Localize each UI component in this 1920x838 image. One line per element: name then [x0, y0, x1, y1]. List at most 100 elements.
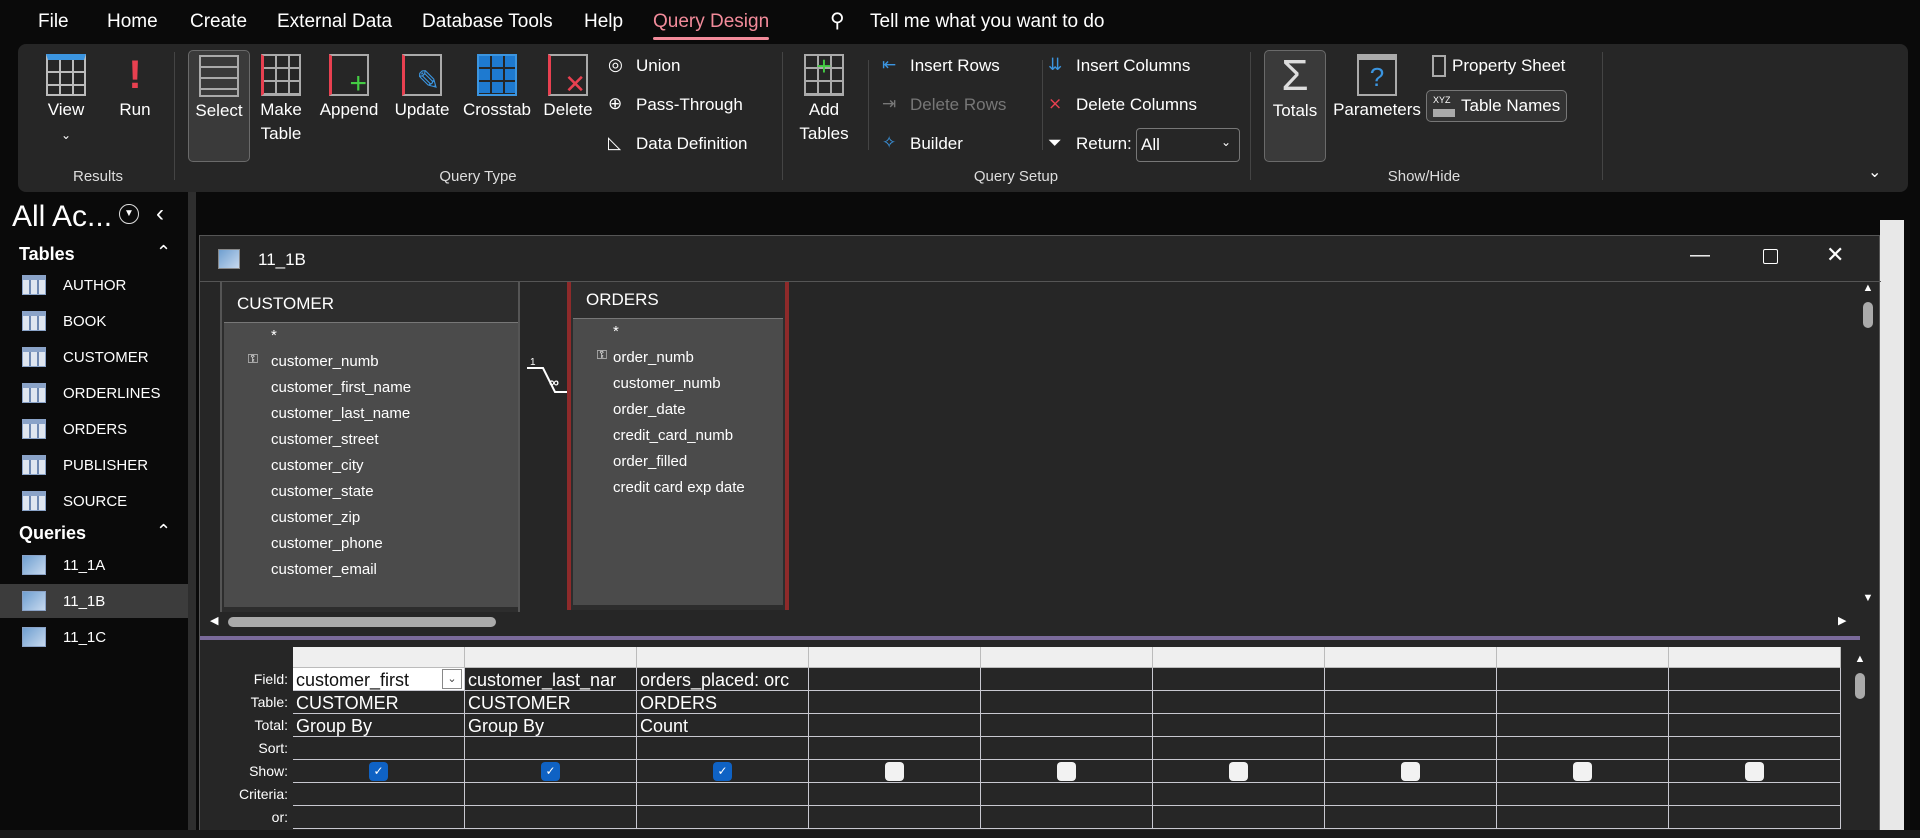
- grid-cell-show[interactable]: [981, 760, 1153, 783]
- grid-cell-show[interactable]: [1325, 760, 1497, 783]
- field-item[interactable]: customer_first_name: [271, 379, 411, 396]
- menu-file[interactable]: File: [38, 11, 69, 33]
- field-item[interactable]: customer_city: [271, 457, 364, 474]
- parameters-button[interactable]: ? Parameters: [1332, 50, 1422, 122]
- grid-cell-show[interactable]: [1669, 760, 1841, 783]
- grid-cell-table[interactable]: CUSTOMER: [465, 691, 637, 714]
- grid-cell-or[interactable]: [637, 806, 809, 829]
- field-item[interactable]: *: [613, 323, 619, 340]
- tables-section-header[interactable]: Tables: [19, 244, 75, 265]
- menu-home[interactable]: Home: [107, 11, 158, 33]
- grid-cell-total[interactable]: [1497, 714, 1669, 737]
- column-selector[interactable]: [637, 647, 809, 668]
- grid-cell-field[interactable]: [1669, 668, 1841, 691]
- scroll-thumb[interactable]: [1855, 673, 1865, 699]
- grid-cell-table[interactable]: [981, 691, 1153, 714]
- make-table-button[interactable]: Make Table: [256, 50, 306, 146]
- queries-section-header[interactable]: Queries: [19, 523, 86, 544]
- builder-button[interactable]: ✧ Builder: [882, 133, 963, 155]
- grid-cell-or[interactable]: [1325, 806, 1497, 829]
- grid-cell-criteria[interactable]: [1497, 783, 1669, 806]
- grid-cell-total[interactable]: Group By: [465, 714, 637, 737]
- insert-columns-button[interactable]: ⇊ Insert Columns: [1048, 55, 1190, 77]
- scroll-thumb[interactable]: [1863, 302, 1873, 328]
- grid-cell-show[interactable]: ✓: [637, 760, 809, 783]
- grid-cell-table[interactable]: [1153, 691, 1325, 714]
- scroll-up-icon[interactable]: ▲: [1850, 653, 1870, 665]
- grid-cell-field[interactable]: customer_first ⌄: [293, 668, 465, 691]
- nav-query-11_1c[interactable]: 11_1C: [0, 620, 188, 654]
- grid-cell-criteria[interactable]: [637, 783, 809, 806]
- grid-cell-show[interactable]: ✓: [465, 760, 637, 783]
- nav-table-source[interactable]: SOURCE: [0, 484, 188, 518]
- grid-vertical-scrollbar[interactable]: ▲: [1850, 653, 1870, 828]
- grid-cell-or[interactable]: [1153, 806, 1325, 829]
- grid-cell-criteria[interactable]: [809, 783, 981, 806]
- grid-cell-criteria[interactable]: [293, 783, 465, 806]
- pane-splitter[interactable]: [200, 636, 1860, 640]
- column-selector[interactable]: [1669, 647, 1841, 668]
- grid-cell-sort[interactable]: [465, 737, 637, 760]
- grid-cell-table[interactable]: ORDERS: [637, 691, 809, 714]
- field-item[interactable]: order_numb: [613, 349, 694, 366]
- collapse-ribbon-icon[interactable]: ⌄: [1868, 162, 1881, 182]
- grid-cell-criteria[interactable]: [1153, 783, 1325, 806]
- grid-cell-field[interactable]: [981, 668, 1153, 691]
- grid-cell-sort[interactable]: [637, 737, 809, 760]
- grid-cell-field[interactable]: customer_last_nar: [465, 668, 637, 691]
- delete-query-button[interactable]: ✕ Delete: [540, 50, 596, 122]
- grid-cell-total[interactable]: [809, 714, 981, 737]
- nav-query-11_1a[interactable]: 11_1A: [0, 548, 188, 582]
- show-checkbox[interactable]: [1745, 762, 1764, 781]
- grid-cell-table[interactable]: [1497, 691, 1669, 714]
- grid-cell-sort[interactable]: [1325, 737, 1497, 760]
- field-item[interactable]: customer_phone: [271, 535, 383, 552]
- column-selector[interactable]: [465, 647, 637, 668]
- grid-cell-total[interactable]: [1325, 714, 1497, 737]
- grid-cell-table[interactable]: [1325, 691, 1497, 714]
- show-checkbox[interactable]: [1401, 762, 1420, 781]
- grid-cell-total[interactable]: [981, 714, 1153, 737]
- update-button[interactable]: ✎ Update: [390, 50, 454, 122]
- nav-table-book[interactable]: BOOK: [0, 304, 188, 338]
- close-icon[interactable]: ✕: [1826, 242, 1844, 268]
- crosstab-button[interactable]: Crosstab: [460, 50, 534, 122]
- nav-query-11_1b[interactable]: 11_1B: [0, 584, 188, 618]
- menu-query-design[interactable]: Query Design: [653, 11, 770, 40]
- chevron-up-icon[interactable]: ⌃: [156, 521, 171, 542]
- append-button[interactable]: + Append: [314, 50, 384, 122]
- grid-cell-field[interactable]: [1325, 668, 1497, 691]
- minimize-icon[interactable]: —: [1690, 244, 1710, 267]
- grid-cell-show[interactable]: ✓: [293, 760, 465, 783]
- grid-cell-or[interactable]: [293, 806, 465, 829]
- field-item[interactable]: customer_last_name: [271, 405, 410, 422]
- grid-cell-show[interactable]: [1497, 760, 1669, 783]
- grid-cell-or[interactable]: [1497, 806, 1669, 829]
- horizontal-scrollbar[interactable]: ◀ ▶: [206, 612, 1856, 632]
- grid-cell-table[interactable]: CUSTOMER: [293, 691, 465, 714]
- field-item[interactable]: order_date: [613, 401, 686, 418]
- scroll-down-icon[interactable]: ▼: [1858, 592, 1878, 604]
- show-checkbox[interactable]: [1057, 762, 1076, 781]
- menu-help[interactable]: Help: [584, 11, 623, 33]
- delete-columns-button[interactable]: ⨯ Delete Columns: [1048, 94, 1197, 116]
- scroll-thumb[interactable]: [228, 617, 496, 627]
- totals-button[interactable]: Σ Totals: [1264, 50, 1326, 162]
- grid-cell-criteria[interactable]: [981, 783, 1153, 806]
- grid-cell-show[interactable]: [809, 760, 981, 783]
- scroll-up-icon[interactable]: ▲: [1858, 282, 1878, 294]
- grid-cell-or[interactable]: [1669, 806, 1841, 829]
- grid-cell-total[interactable]: Count: [637, 714, 809, 737]
- field-item[interactable]: credit card exp date: [613, 479, 745, 496]
- column-selector[interactable]: [293, 647, 465, 668]
- customer-table-box[interactable]: CUSTOMER * customer_numb ⚿ customer_first_n…: [222, 282, 520, 612]
- dropdown-chevron-icon[interactable]: ⌄: [442, 669, 462, 689]
- nav-table-publisher[interactable]: PUBLISHER: [0, 448, 188, 482]
- scroll-left-icon[interactable]: ◀: [210, 614, 218, 627]
- delete-rows-button[interactable]: ⇥ Delete Rows: [882, 94, 1006, 116]
- scroll-right-icon[interactable]: ▶: [1838, 614, 1846, 627]
- grid-cell-sort[interactable]: [1669, 737, 1841, 760]
- show-checkbox[interactable]: [1573, 762, 1592, 781]
- field-item[interactable]: credit_card_numb: [613, 427, 733, 444]
- column-selector[interactable]: [1325, 647, 1497, 668]
